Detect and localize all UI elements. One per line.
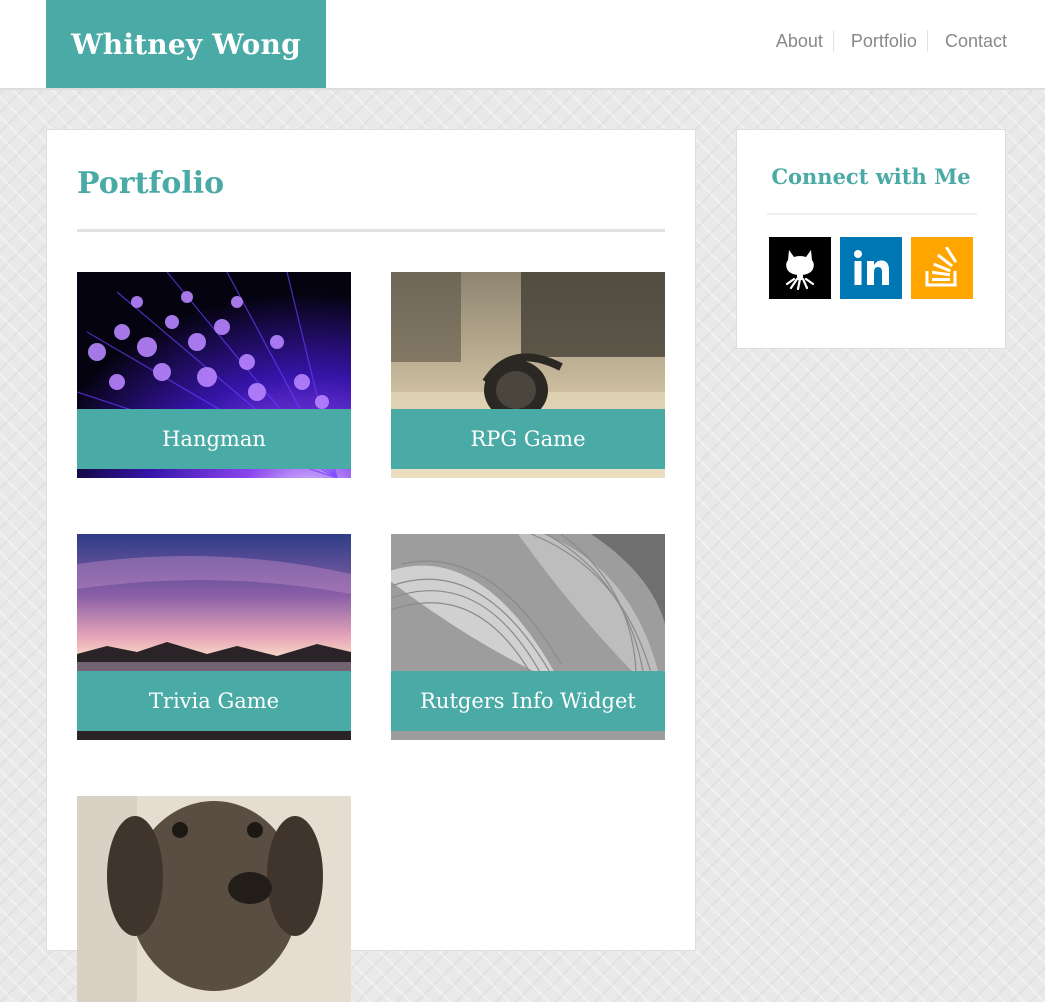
project-label: Hangman xyxy=(77,409,351,469)
linkedin-link[interactable] xyxy=(840,237,902,299)
page-title: Portfolio xyxy=(77,166,225,201)
project-tile-trivia-game[interactable]: Trivia Game xyxy=(77,534,351,740)
nav-portfolio[interactable]: Portfolio xyxy=(832,30,927,52)
site-header: Whitney Wong About Portfolio Contact xyxy=(0,0,1045,90)
linkedin-icon xyxy=(854,250,889,285)
dog-image xyxy=(77,796,351,1002)
github-icon xyxy=(785,250,815,290)
github-link[interactable] xyxy=(769,237,831,299)
stackoverflow-icon xyxy=(925,247,958,287)
main-nav: About Portfolio Contact xyxy=(759,28,1017,54)
connect-panel: Connect with Me xyxy=(736,129,1006,349)
connect-divider xyxy=(767,213,977,215)
site-logo[interactable]: Whitney Wong xyxy=(46,0,326,88)
project-tile-rutgers-info-widget[interactable]: Rutgers Info Widget xyxy=(391,534,665,740)
project-label: RPG Game xyxy=(391,409,665,469)
project-label: Trivia Game xyxy=(77,671,351,731)
project-label: Rutgers Info Widget xyxy=(391,671,665,731)
nav-contact[interactable]: Contact xyxy=(926,30,1017,52)
connect-title: Connect with Me xyxy=(771,164,971,189)
stackoverflow-link[interactable] xyxy=(911,237,973,299)
project-tile-hangman[interactable]: Hangman xyxy=(77,272,351,478)
title-divider xyxy=(77,229,665,232)
project-tile-rpg-game[interactable]: RPG Game xyxy=(391,272,665,478)
nav-about[interactable]: About xyxy=(759,30,833,52)
project-tile-dog[interactable] xyxy=(77,796,351,1002)
portfolio-panel: Portfolio Hangman RPG Game Trivia Game R… xyxy=(46,129,696,1002)
